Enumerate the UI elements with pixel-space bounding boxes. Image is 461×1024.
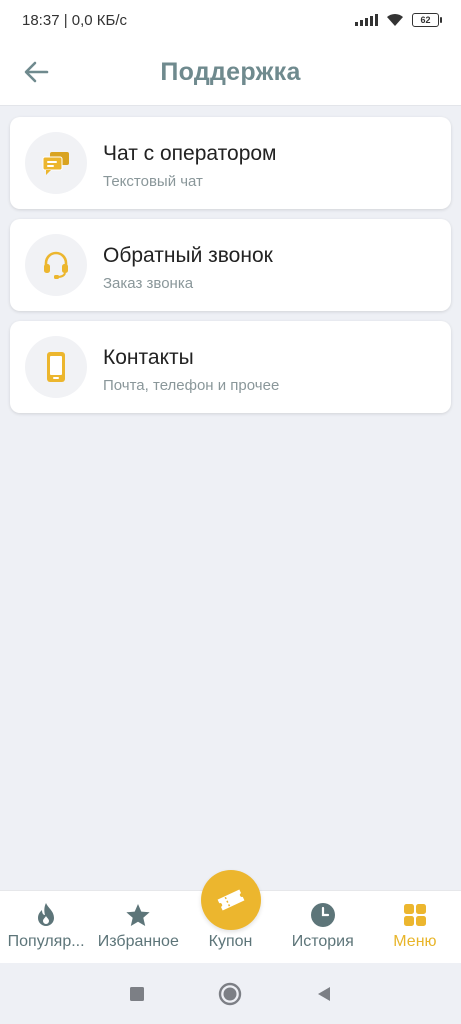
wifi-icon [387, 13, 403, 26]
item-title: Чат с оператором [103, 142, 277, 165]
square-icon [129, 986, 144, 1001]
nav-label: Избранное [97, 933, 179, 950]
grid-icon [403, 904, 426, 926]
support-screen: 18:37 | 0,0 КБ/с 62 Поддержка Чат с опер… [0, 0, 461, 1024]
page-title: Поддержка [160, 58, 301, 86]
star-icon [126, 903, 150, 926]
battery-icon: 62 [412, 13, 442, 27]
nav-label: Купон [208, 933, 253, 950]
headset-icon-container [25, 234, 87, 296]
battery-level: 62 [420, 15, 431, 25]
item-subtitle: Почта, телефон и прочее [103, 377, 280, 394]
signal-icon [355, 14, 378, 26]
nav-popular[interactable]: Популяр... [0, 891, 92, 963]
back-system-button[interactable] [304, 974, 344, 1014]
app-header: Поддержка [0, 40, 461, 106]
nav-label: История [291, 933, 354, 950]
ticket-icon [217, 889, 244, 911]
home-button[interactable] [210, 974, 250, 1014]
nav-coupon[interactable]: Купон [184, 870, 276, 963]
nav-label: Популяр... [7, 933, 85, 950]
flame-icon [38, 903, 55, 926]
item-subtitle: Заказ звонка [103, 275, 194, 292]
headset-icon [44, 251, 68, 279]
contacts-item[interactable]: Контакты Почта, телефон и прочее [10, 321, 451, 413]
phone-device-icon [47, 352, 65, 382]
item-title: Контакты [103, 346, 194, 369]
status-bar: 18:37 | 0,0 КБ/с 62 [0, 0, 461, 40]
chat-operator-item[interactable]: Чат с оператором Текстовый чат [10, 117, 451, 209]
nav-favorites[interactable]: Избранное [92, 891, 184, 963]
system-navigation [0, 963, 461, 1024]
nav-menu[interactable]: Меню [369, 891, 461, 963]
nav-label: Меню [393, 933, 437, 950]
coupon-button[interactable] [200, 870, 261, 930]
circle-icon [219, 982, 242, 1005]
chat-bubbles-icon [42, 152, 69, 175]
status-icons: 62 [355, 13, 442, 27]
chat-icon-container [25, 132, 87, 194]
clock-icon [310, 903, 335, 927]
nav-history[interactable]: История [277, 891, 369, 963]
item-title: Обратный звонок [103, 244, 273, 267]
item-subtitle: Текстовый чат [103, 173, 203, 190]
bottom-navigation: Популяр... Избранное Купон История Меню [0, 870, 461, 963]
phone-icon-container [25, 336, 87, 398]
callback-item[interactable]: Обратный звонок Заказ звонка [10, 219, 451, 311]
status-time: 18:37 | 0,0 КБ/с [22, 11, 128, 29]
recents-button[interactable] [117, 974, 157, 1014]
triangle-back-icon [318, 986, 331, 1001]
